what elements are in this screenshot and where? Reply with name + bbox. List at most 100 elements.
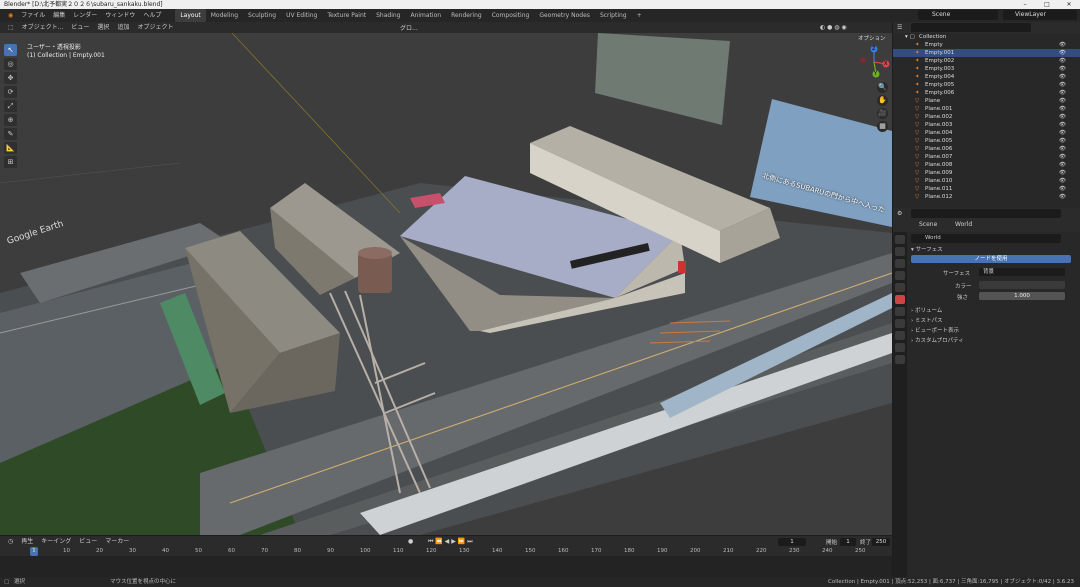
visibility-eye-icon[interactable]: 👁 [1059,41,1066,49]
workspace-tab-rendering[interactable]: Rendering [446,9,487,22]
outliner-item[interactable]: ▽ Plane.001 👁 [893,105,1080,113]
select-tool-icon[interactable]: ↖ [4,44,17,56]
outliner-item[interactable]: ▽ Plane.010 👁 [893,177,1080,185]
move-tool-icon[interactable]: ✥ [4,72,17,84]
visibility-eye-icon[interactable]: 👁 [1059,193,1066,201]
outliner-item[interactable]: ✦ Empty.004 👁 [893,73,1080,81]
visibility-eye-icon[interactable]: 👁 [1059,57,1066,65]
pan-hand-icon[interactable]: ✋ [877,95,888,106]
visibility-eye-icon[interactable]: 👁 [1059,65,1066,73]
menu-window[interactable]: ウィンドウ [101,9,139,22]
workspace-tab-scripting[interactable]: Scripting [595,9,632,22]
surface-panel-header[interactable]: ▾ サーフェス [907,246,1080,255]
visibility-eye-icon[interactable]: 👁 [1059,97,1066,105]
surface-field[interactable]: 背景 [979,268,1065,276]
blender-logo-icon[interactable]: ◉ [4,9,17,22]
volume-panel[interactable]: › ボリューム [907,307,1080,316]
annotate-tool-icon[interactable]: ✎ [4,128,17,140]
workspace-tab-compositing[interactable]: Compositing [487,9,535,22]
outliner-item[interactable]: ▽ Plane.005 👁 [893,137,1080,145]
workspace-tab-texture-paint[interactable]: Texture Paint [322,9,371,22]
playback-controls[interactable]: ⏮ ⏪ ◀ ▶ ⏩ ⏭ [428,538,473,546]
record-icon[interactable]: ● [408,538,413,545]
physics-tab-icon[interactable] [895,319,905,328]
add-workspace-button[interactable]: + [632,9,647,22]
outliner-item[interactable]: ▽ Plane.004 👁 [893,129,1080,137]
outliner-item[interactable]: ▽ Plane.002 👁 [893,113,1080,121]
properties-search-input[interactable] [911,209,1061,218]
object-tab-icon[interactable] [895,307,905,316]
view-layer-tab-icon[interactable] [895,271,905,280]
menu-add[interactable]: 追加 [113,22,133,33]
render-tab-icon[interactable] [895,247,905,256]
properties-editor-icon[interactable]: ⚙ [897,210,902,217]
outliner-item[interactable]: ✦ Empty.005 👁 [893,81,1080,89]
workspace-tab-sculpting[interactable]: Sculpting [243,9,281,22]
timeline-ruler[interactable]: 1 1 10 20 30 40 50 60 70 80 90 100 110 120 130 140 150 1… [0,547,892,556]
workspace-tab-modeling[interactable]: Modeling [206,9,243,22]
world-tab-icon[interactable] [895,295,905,304]
scene-tab-icon[interactable] [895,283,905,292]
visibility-eye-icon[interactable]: 👁 [1059,137,1066,145]
outliner-item[interactable]: ▽ Plane.012 👁 [893,193,1080,201]
outliner-editor-icon[interactable]: ☰ [897,24,902,31]
menu-select[interactable]: 選択 [93,22,113,33]
outliner-item[interactable]: ✦ Empty 👁 [893,41,1080,49]
viewport-display-panel[interactable]: › ビューポート表示 [907,327,1080,336]
outliner-item[interactable]: ▽ Plane.011 👁 [893,185,1080,193]
menu-render[interactable]: レンダー [69,9,101,22]
scale-tool-icon[interactable]: ⤢ [4,100,17,112]
add-cube-tool-icon[interactable]: ⊞ [4,156,17,168]
camera-icon[interactable]: 🎥 [877,108,888,119]
options-menu[interactable]: オプション [858,34,886,42]
editor-type-icon[interactable]: ⬚ [4,22,18,33]
outliner-item[interactable]: ▽ Plane 👁 [893,97,1080,105]
start-frame-field[interactable]: 1 [840,538,856,546]
transform-orientation[interactable]: グロ... [400,23,418,32]
end-frame-field[interactable]: 250 [872,538,890,546]
maximize-button[interactable]: □ [1036,0,1058,9]
strength-field[interactable]: 1.000 [979,292,1065,300]
zoom-icon[interactable]: 🔍 [877,82,888,93]
visibility-eye-icon[interactable]: 👁 [1059,105,1066,113]
world-datablock[interactable]: World [911,234,1061,243]
outliner-item[interactable]: ✦ Empty.003 👁 [893,65,1080,73]
data-tab-icon[interactable] [895,343,905,352]
current-frame-field[interactable]: 1 [778,538,806,546]
custom-props-panel[interactable]: › カスタムプロパティ [907,337,1080,346]
visibility-eye-icon[interactable]: 👁 [1059,121,1066,129]
navigation-gizmo[interactable]: X Y Z [858,45,890,80]
outliner-item[interactable]: ▽ Plane.008 👁 [893,161,1080,169]
use-nodes-button[interactable]: ノードを使用 [911,255,1071,263]
transform-tool-icon[interactable]: ⊕ [4,114,17,126]
visibility-eye-icon[interactable]: 👁 [1059,161,1066,169]
cursor-tool-icon[interactable]: ◎ [4,58,17,70]
constraints-tab-icon[interactable] [895,331,905,340]
ortho-grid-icon[interactable]: ▦ [877,121,888,132]
close-button[interactable]: ✕ [1058,0,1080,9]
visibility-eye-icon[interactable]: 👁 [1059,73,1066,81]
visibility-eye-icon[interactable]: 👁 [1059,49,1066,57]
mode-selector[interactable]: オブジェクト... [18,22,68,33]
visibility-eye-icon[interactable]: 👁 [1059,113,1066,121]
workspace-tab-uv-editing[interactable]: UV Editing [281,9,322,22]
outliner-item[interactable]: ▽ Plane.009 👁 [893,169,1080,177]
output-tab-icon[interactable] [895,259,905,268]
outliner-item[interactable]: ▽ Plane.007 👁 [893,153,1080,161]
tool-tab-icon[interactable] [895,235,905,244]
workspace-tab-animation[interactable]: Animation [405,9,446,22]
texture-tab-icon[interactable] [895,355,905,364]
shading-buttons[interactable]: ◐ ● ◍ ◉ [820,24,847,31]
scene-selector[interactable]: Scene [918,10,998,20]
color-swatch[interactable] [979,281,1065,289]
menu-edit[interactable]: 編集 [49,9,69,22]
visibility-eye-icon[interactable]: 👁 [1059,81,1066,89]
menu-object[interactable]: オブジェクト [133,22,177,33]
visibility-eye-icon[interactable]: 👁 [1059,153,1066,161]
visibility-eye-icon[interactable]: 👁 [1059,89,1066,97]
visibility-eye-icon[interactable]: 👁 [1059,185,1066,193]
outliner-item[interactable]: ✦ Empty.002 👁 [893,57,1080,65]
outliner-item[interactable]: ▽ Plane.003 👁 [893,121,1080,129]
menu-view[interactable]: ビュー [67,22,93,33]
workspace-tab-geometry-nodes[interactable]: Geometry Nodes [534,9,595,22]
